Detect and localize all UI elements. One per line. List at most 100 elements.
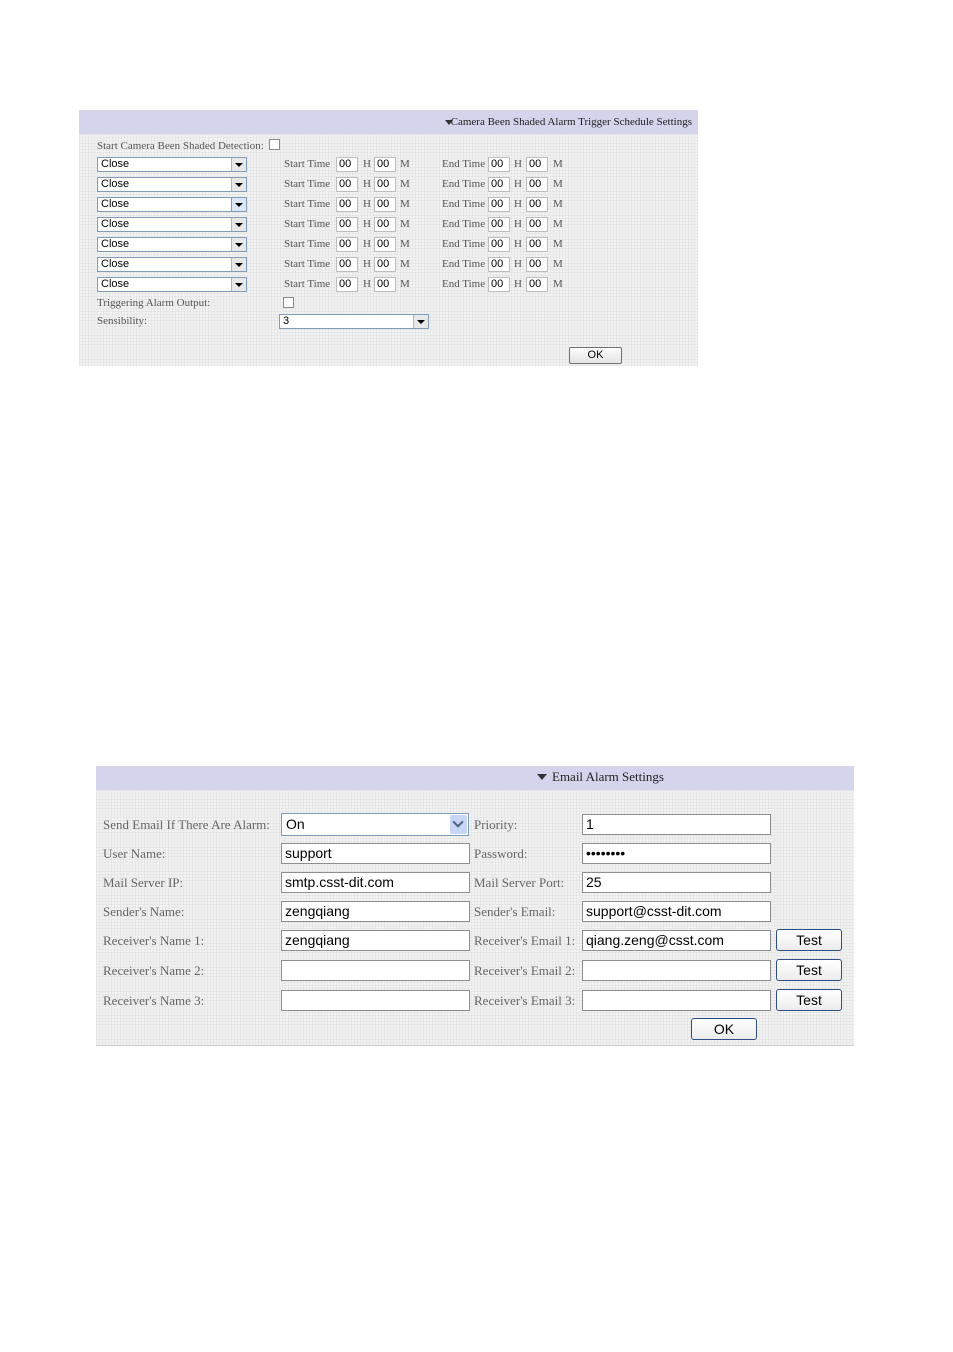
ok-button[interactable]: OK	[691, 1018, 757, 1040]
minute-unit-label: M	[400, 218, 410, 230]
end-hour-input[interactable]: 00	[488, 257, 510, 272]
send-email-label: Send Email If There Are Alarm:	[103, 817, 270, 832]
dropdown-arrow-icon[interactable]	[231, 238, 246, 251]
end-hour-input[interactable]: 00	[488, 277, 510, 292]
end-hour-input[interactable]: 00	[488, 177, 510, 192]
end-minute-input[interactable]: 00	[526, 217, 548, 232]
end-hour-input[interactable]: 00	[488, 197, 510, 212]
day-select-1[interactable]: Close	[97, 157, 247, 172]
end-minute-input[interactable]: 00	[526, 257, 548, 272]
ok-button[interactable]: OK	[569, 347, 622, 364]
dropdown-arrow-icon[interactable]	[231, 178, 246, 191]
hour-unit-label: H	[514, 198, 522, 210]
dropdown-arrow-icon[interactable]	[231, 218, 246, 231]
start-time-label: Start Time	[284, 218, 331, 230]
test-button-1[interactable]: Test	[776, 929, 842, 951]
start-time-label: Start Time	[284, 278, 331, 290]
minute-unit-label: M	[553, 158, 563, 170]
priority-input[interactable]: 1	[582, 814, 771, 835]
start-minute-input[interactable]: 00	[374, 217, 396, 232]
end-time-label: End Time	[442, 178, 486, 190]
dropdown-arrow-icon[interactable]	[413, 315, 428, 328]
start-hour-input[interactable]: 00	[336, 217, 358, 232]
dropdown-arrow-icon[interactable]	[231, 278, 246, 291]
end-minute-input[interactable]: 00	[526, 237, 548, 252]
send-email-value: On	[286, 816, 305, 832]
mail-server-port-input[interactable]: 25	[582, 872, 771, 893]
end-hour-input[interactable]: 00	[488, 217, 510, 232]
start-hour-input[interactable]: 00	[336, 157, 358, 172]
start-hour-input[interactable]: 00	[336, 237, 358, 252]
minute-unit-label: M	[400, 198, 410, 210]
sender-email-label: Sender's Email:	[474, 904, 556, 919]
start-hour-input[interactable]: 00	[336, 257, 358, 272]
triggering-alarm-output-checkbox[interactable]	[283, 297, 294, 308]
start-detection-checkbox[interactable]	[269, 139, 280, 150]
minute-unit-label: M	[400, 238, 410, 250]
sender-name-label: Sender's Name:	[103, 904, 185, 919]
sender-name-input[interactable]: zengqiang	[281, 901, 470, 922]
day-select-2[interactable]: Close	[97, 177, 247, 192]
receiver-name-label: Receiver's Name 1:	[103, 933, 205, 948]
start-minute-input[interactable]: 00	[374, 177, 396, 192]
day-select-7[interactable]: Close	[97, 277, 247, 292]
hour-unit-label: H	[363, 158, 371, 170]
hour-unit-label: H	[363, 278, 371, 290]
receiver-email-2-input[interactable]	[582, 960, 771, 981]
hour-unit-label: H	[514, 158, 522, 170]
end-minute-input[interactable]: 00	[526, 197, 548, 212]
end-hour-input[interactable]: 00	[488, 157, 510, 172]
panel-header[interactable]: Email Alarm Settings	[96, 766, 854, 790]
start-minute-input[interactable]: 00	[374, 257, 396, 272]
dropdown-arrow-icon[interactable]	[231, 198, 246, 211]
day-select-5[interactable]: Close	[97, 237, 247, 252]
day-select-4[interactable]: Close	[97, 217, 247, 232]
receiver-name-2-input[interactable]	[281, 960, 470, 981]
receiver-name-3-input[interactable]	[281, 990, 470, 1011]
start-time-label: Start Time	[284, 258, 331, 270]
end-time-label: End Time	[442, 218, 486, 230]
start-hour-input[interactable]: 00	[336, 277, 358, 292]
end-minute-input[interactable]: 00	[526, 177, 548, 192]
receiver-name-label: Receiver's Name 3:	[103, 993, 205, 1008]
receiver-name-1-input[interactable]: zengqiang	[281, 930, 470, 951]
start-minute-input[interactable]: 00	[374, 157, 396, 172]
collapse-triangle-icon[interactable]	[537, 774, 547, 780]
hour-unit-label: H	[514, 178, 522, 190]
start-time-label: Start Time	[284, 158, 331, 170]
mail-server-ip-input[interactable]: smtp.csst-dit.com	[281, 872, 470, 893]
send-email-select[interactable]: On	[281, 813, 469, 836]
start-time-label: Start Time	[284, 238, 331, 250]
sender-email-input[interactable]: support@csst-dit.com	[582, 901, 771, 922]
end-minute-input[interactable]: 00	[526, 157, 548, 172]
start-hour-input[interactable]: 00	[336, 197, 358, 212]
test-button-3[interactable]: Test	[776, 989, 842, 1011]
receiver-email-3-input[interactable]	[582, 990, 771, 1011]
start-minute-input[interactable]: 00	[374, 237, 396, 252]
start-hour-input[interactable]: 00	[336, 177, 358, 192]
end-minute-input[interactable]: 00	[526, 277, 548, 292]
sensibility-label: Sensibility:	[97, 315, 148, 327]
end-hour-input[interactable]: 00	[488, 237, 510, 252]
day-select-6[interactable]: Close	[97, 257, 247, 272]
start-minute-input[interactable]: 00	[374, 197, 396, 212]
minute-unit-label: M	[553, 258, 563, 270]
start-time-label: Start Time	[284, 198, 331, 210]
receiver-email-1-input[interactable]: qiang.zeng@csst.com	[582, 930, 771, 951]
schedule-settings-panel: Camera Been Shaded Alarm Trigger Schedul…	[79, 110, 698, 366]
dropdown-arrow-icon[interactable]	[231, 158, 246, 171]
start-minute-input[interactable]: 00	[374, 277, 396, 292]
day-select-3[interactable]: Close	[97, 197, 247, 212]
test-button-2[interactable]: Test	[776, 959, 842, 981]
hour-unit-label: H	[514, 278, 522, 290]
sensibility-select[interactable]: 3	[279, 314, 429, 329]
dropdown-arrow-icon[interactable]	[231, 258, 246, 271]
mail-server-port-label: Mail Server Port:	[474, 875, 565, 890]
panel-header[interactable]: Camera Been Shaded Alarm Trigger Schedul…	[79, 110, 698, 134]
minute-unit-label: M	[400, 278, 410, 290]
chevron-down-icon[interactable]	[450, 815, 467, 834]
password-input[interactable]: ••••••••	[582, 843, 771, 864]
password-label: Password:	[474, 846, 528, 861]
receiver-email-label: Receiver's Email 2:	[474, 963, 576, 978]
user-name-input[interactable]: support	[281, 843, 470, 864]
